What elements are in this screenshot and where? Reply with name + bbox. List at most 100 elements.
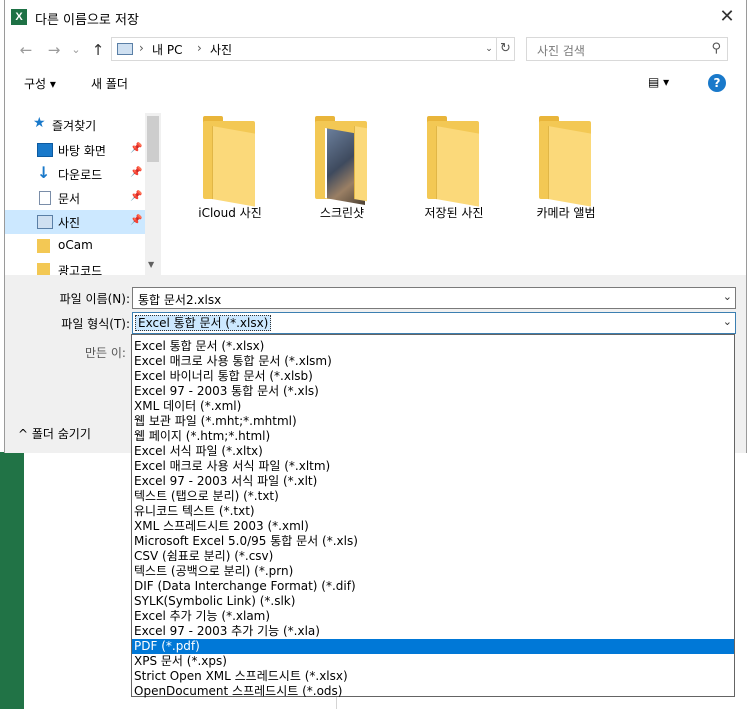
- folder-label: iCloud 사진: [198, 206, 262, 220]
- address-bar[interactable]: › 내 PC › 사진: [111, 37, 497, 61]
- filetype-option[interactable]: Strict Open XML 스프레드시트 (*.xlsx): [132, 669, 734, 684]
- filename-value: 통합 문서2.xlsx: [138, 293, 222, 307]
- sidebar-item-label: 바탕 화면: [58, 144, 106, 158]
- document-icon: [39, 191, 51, 205]
- sidebar-item-pictures[interactable]: 사진 📌: [5, 210, 145, 234]
- sidebar-item-label: 사진: [58, 216, 81, 230]
- filetype-option[interactable]: XML 데이터 (*.xml): [132, 399, 734, 414]
- folder-camera-roll[interactable]: 카메라 앨범: [516, 116, 616, 226]
- folder-front: [548, 126, 591, 207]
- back-icon[interactable]: ←: [17, 40, 35, 60]
- filetype-option[interactable]: Excel 서식 파일 (*.xltx): [132, 444, 734, 459]
- pin-icon[interactable]: 📌: [130, 191, 142, 202]
- organize-button[interactable]: 구성 ▾: [24, 75, 56, 92]
- pin-icon[interactable]: 📌: [130, 215, 142, 226]
- filetype-option[interactable]: SYLK(Symbolic Link) (*.slk): [132, 594, 734, 609]
- pc-icon: [117, 43, 133, 55]
- folder-label: 스크린샷: [319, 206, 365, 220]
- filetype-option[interactable]: Excel 97 - 2003 추가 기능 (*.xla): [132, 624, 734, 639]
- folder-front: [354, 126, 367, 202]
- excel-app-icon: X: [11, 9, 27, 25]
- hide-folders-button[interactable]: ^ 폴더 숨기기: [18, 425, 91, 442]
- filetype-option[interactable]: PDF (*.pdf): [132, 639, 734, 654]
- filetype-option[interactable]: Excel 매크로 사용 통합 문서 (*.xlsm): [132, 354, 734, 369]
- sidebar-item-documents[interactable]: 문서 📌: [5, 186, 145, 210]
- filetype-value: Excel 통합 문서 (*.xlsx): [135, 315, 272, 331]
- new-folder-button[interactable]: 새 폴더: [91, 75, 128, 92]
- navigation-pane: ★ 즐겨찾기 바탕 화면 📌 ↓ 다운로드 📌 문서 📌 사진 📌 oCam 광…: [5, 113, 161, 275]
- chevron-down-icon[interactable]: ⌄: [723, 315, 732, 328]
- help-icon[interactable]: ?: [708, 74, 726, 92]
- refresh-button[interactable]: ↻: [497, 37, 515, 61]
- filetype-option[interactable]: Excel 추가 기능 (*.xlam): [132, 609, 734, 624]
- filetype-option[interactable]: XPS 문서 (*.xps): [132, 654, 734, 669]
- breadcrumb-separator[interactable]: ›: [197, 41, 202, 55]
- filetype-option[interactable]: Excel 매크로 사용 서식 파일 (*.xltm): [132, 459, 734, 474]
- forward-icon[interactable]: →: [45, 40, 63, 60]
- sidebar-item-label: 다운로드: [58, 168, 103, 182]
- breadcrumb-separator[interactable]: ›: [139, 41, 144, 55]
- filetype-option[interactable]: 웹 페이지 (*.htm;*.html): [132, 429, 734, 444]
- chevron-down-icon[interactable]: ⌄: [723, 290, 732, 303]
- download-icon: ↓: [37, 163, 51, 182]
- title-bar: X 다른 이름으로 저장 ✕: [5, 0, 746, 34]
- pictures-icon: [37, 215, 53, 229]
- navigation-row: ← → ⌄ ↑ › 내 PC › 사진 ⌄ ↻ 사진 검색 ⚲: [5, 37, 746, 63]
- filetype-option[interactable]: CSV (쉼표로 분리) (*.csv): [132, 549, 734, 564]
- address-dropdown-icon[interactable]: ⌄: [481, 37, 497, 61]
- recent-locations-icon[interactable]: ⌄: [67, 40, 85, 60]
- scrollbar-thumb[interactable]: [147, 116, 159, 162]
- up-folder-icon[interactable]: ↑: [89, 40, 107, 60]
- star-icon: ★: [33, 115, 46, 131]
- sidebar-item-label: 문서: [58, 192, 81, 206]
- filetype-option[interactable]: Microsoft Excel 5.0/95 통합 문서 (*.xls): [132, 534, 734, 549]
- sidebar-item-downloads[interactable]: ↓ 다운로드 📌: [5, 162, 145, 186]
- excel-sidebar-strip: [0, 452, 24, 709]
- filetype-label: 파일 형식(T):: [61, 317, 130, 331]
- filename-label: 파일 이름(N):: [59, 292, 130, 306]
- dialog-title: 다른 이름으로 저장: [35, 13, 139, 28]
- desktop-icon: [37, 143, 53, 157]
- filetype-option[interactable]: 웹 보관 파일 (*.mht;*.mhtml): [132, 414, 734, 429]
- close-button[interactable]: ✕: [712, 4, 742, 30]
- search-input[interactable]: 사진 검색 ⚲: [526, 37, 728, 61]
- sidebar-item-favorites[interactable]: ★ 즐겨찾기: [5, 113, 145, 137]
- search-placeholder: 사진 검색: [537, 44, 585, 58]
- filetype-option[interactable]: Excel 97 - 2003 서식 파일 (*.xlt): [132, 474, 734, 489]
- sidebar-item-ocam[interactable]: oCam: [5, 234, 145, 258]
- scroll-down-icon[interactable]: ▼: [148, 260, 154, 269]
- filetype-option[interactable]: 유니코드 텍스트 (*.txt): [132, 504, 734, 519]
- sidebar-item-ad-code[interactable]: 광고코드: [5, 258, 145, 275]
- sidebar-item-label: oCam: [58, 238, 93, 252]
- filetype-option[interactable]: OpenDocument 스프레드시트 (*.ods): [132, 684, 734, 699]
- breadcrumb-pictures[interactable]: 사진: [210, 41, 232, 58]
- folder-front: [212, 126, 255, 207]
- folder-label: 카메라 앨범: [536, 206, 596, 220]
- pin-icon[interactable]: 📌: [130, 143, 142, 154]
- filetype-option[interactable]: Excel 통합 문서 (*.xlsx): [132, 339, 734, 354]
- filetype-option[interactable]: Excel 97 - 2003 통합 문서 (*.xls): [132, 384, 734, 399]
- sidebar-item-label: 즐겨찾기: [52, 119, 97, 133]
- breadcrumb-this-pc[interactable]: 내 PC: [152, 41, 182, 58]
- folder-label: 저장된 사진: [424, 206, 484, 220]
- folder-icloud-photos[interactable]: iCloud 사진: [180, 116, 280, 226]
- filetype-option[interactable]: XML 스프레드시트 2003 (*.xml): [132, 519, 734, 534]
- sidebar-item-label: 광고코드: [58, 264, 103, 275]
- filetype-option[interactable]: 텍스트 (탭으로 분리) (*.txt): [132, 489, 734, 504]
- sidebar-scrollbar[interactable]: ▼: [145, 113, 161, 275]
- folder-icon: [37, 263, 50, 275]
- filetype-select[interactable]: Excel 통합 문서 (*.xlsx) ⌄: [132, 312, 736, 334]
- folder-saved-pictures[interactable]: 저장된 사진: [404, 116, 504, 226]
- folder-screenshots[interactable]: 스크린샷: [292, 116, 392, 226]
- folder-front: [436, 126, 479, 207]
- filetype-option[interactable]: 텍스트 (공백으로 분리) (*.prn): [132, 564, 734, 579]
- search-icon[interactable]: ⚲: [711, 41, 721, 56]
- filename-field[interactable]: 통합 문서2.xlsx ⌄: [132, 287, 736, 309]
- toolbar: 구성 ▾ 새 폴더 ▤ ▾ ?: [5, 68, 746, 98]
- pin-icon[interactable]: 📌: [130, 167, 142, 178]
- view-options-button[interactable]: ▤ ▾: [648, 75, 682, 91]
- filetype-option[interactable]: Excel 바이너리 통합 문서 (*.xlsb): [132, 369, 734, 384]
- filetype-option[interactable]: DIF (Data Interchange Format) (*.dif): [132, 579, 734, 594]
- sidebar-item-desktop[interactable]: 바탕 화면 📌: [5, 138, 145, 162]
- filetype-dropdown-list[interactable]: Excel 통합 문서 (*.xlsx) Excel 매크로 사용 통합 문서 (…: [131, 334, 735, 699]
